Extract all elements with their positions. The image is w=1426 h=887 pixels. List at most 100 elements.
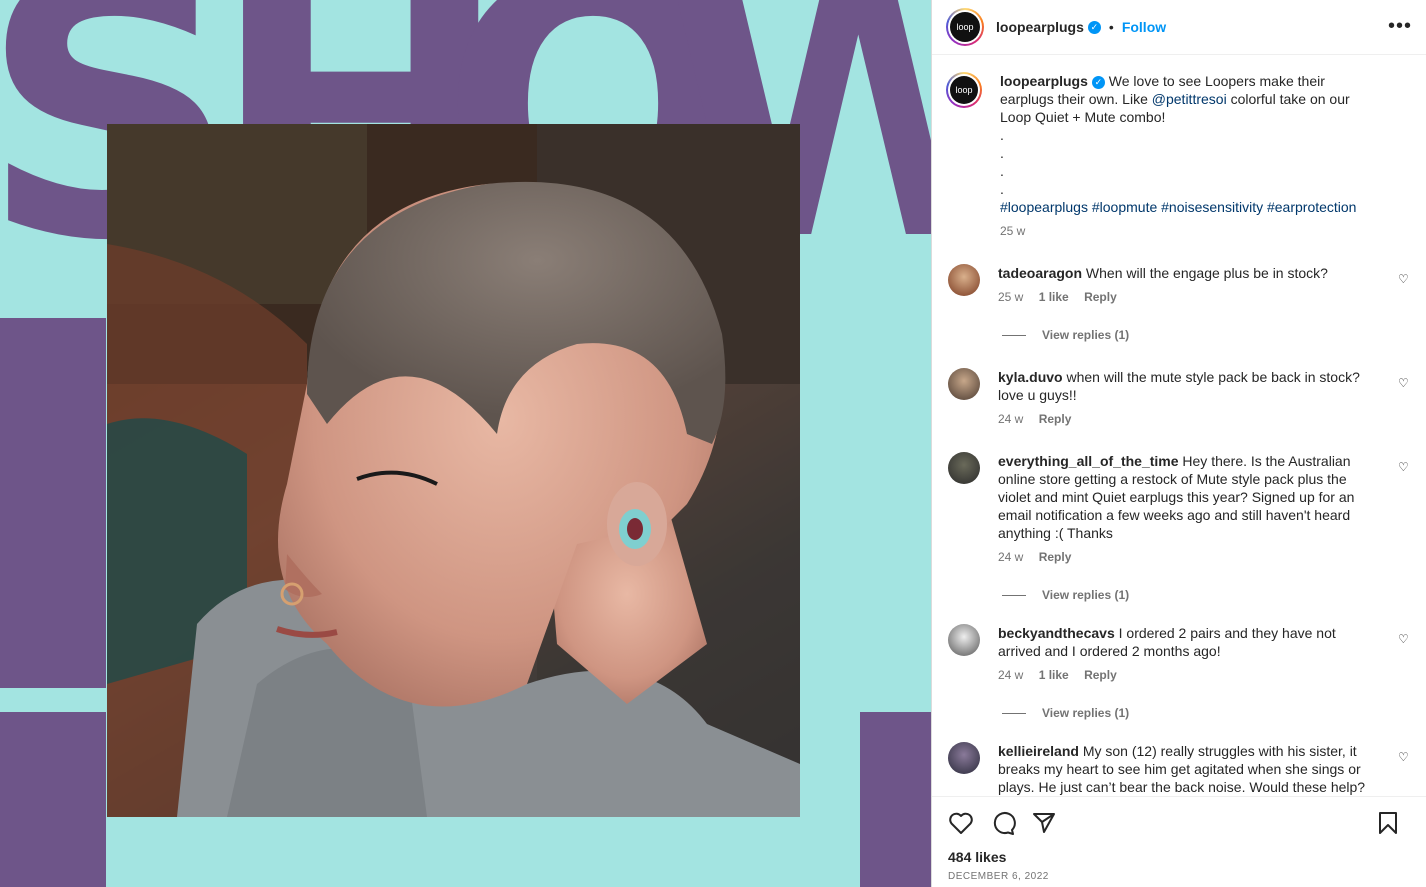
comment-item: tadeoaragon When will the engage plus be… [948,264,1410,306]
view-replies-button[interactable]: View replies (1) [1002,588,1410,602]
comment-avatar[interactable] [948,742,980,774]
view-replies-label: View replies (1) [1042,328,1130,342]
post-side-panel: loop loopearplugs ✓ • Follow ••• loop lo… [931,0,1426,887]
header-separator: • [1108,19,1114,35]
comment-bubble-icon[interactable] [990,811,1016,835]
comment-item: kyla.duvo when will the mute style pack … [948,368,1410,428]
comment-username[interactable]: tadeoaragon [998,265,1082,281]
comment-avatar[interactable] [948,452,980,484]
comment-avatar-wrap [948,452,980,566]
post-date[interactable]: DECEMBER 6, 2022 [948,871,1410,882]
likes-count[interactable]: 484 likes [948,849,1410,865]
caption-username[interactable]: loopearplugs [1000,73,1088,89]
portrait-illustration [107,124,800,817]
comment-avatar[interactable] [948,368,980,400]
bg-shape-left [0,318,106,688]
hashtag-link[interactable]: #loopearplugs [1000,199,1088,215]
caption-mention[interactable]: @petittresoi [1152,91,1227,107]
view-replies-button[interactable]: View replies (1) [1002,328,1410,342]
reply-button[interactable]: Reply [1084,668,1117,682]
action-icons-row [948,797,1410,849]
comment-username[interactable]: kellieireland [998,743,1079,759]
hashtag-link[interactable]: #noisesensitivity [1161,199,1263,215]
header-user-row: loopearplugs ✓ • Follow [996,19,1166,35]
caption-dot: . [1000,127,1004,143]
caption-body: loopearplugs ✓ We love to see Loopers mak… [1000,72,1410,240]
comment-time[interactable]: 24 w [998,550,1023,564]
view-replies-button[interactable]: View replies (1) [1002,706,1410,720]
like-comment-heart-icon[interactable]: ♡ [1398,376,1410,390]
post-photo [107,124,800,817]
comment-time[interactable]: 24 w [998,668,1023,682]
hashtag-link[interactable]: #loopmute [1092,199,1157,215]
comment-meta: 24 w Reply [998,548,1382,566]
reply-button[interactable]: Reply [1084,290,1117,304]
save-bookmark-icon[interactable] [1378,811,1398,835]
comment-avatar-wrap [948,742,980,796]
comment-username[interactable]: beckyandthecavs [998,625,1115,641]
comment-body: beckyandthecavs I ordered 2 pairs and th… [998,624,1410,684]
comment-time[interactable]: 24 w [998,412,1023,426]
comment-body: kyla.duvo when will the mute style pack … [998,368,1410,428]
caption-avatar[interactable]: loop [946,72,982,108]
caption-time[interactable]: 25 w [1000,224,1025,238]
comment-avatar[interactable] [948,264,980,296]
post-media[interactable]: S H O W [0,0,931,887]
like-heart-icon[interactable] [948,811,974,835]
like-comment-heart-icon[interactable]: ♡ [1398,272,1410,286]
share-paper-plane-icon[interactable] [1032,811,1056,835]
bg-shape-right-bottom [860,712,931,887]
comment-avatar-wrap [948,264,980,306]
comment-item: beckyandthecavs I ordered 2 pairs and th… [948,624,1410,684]
like-comment-heart-icon[interactable]: ♡ [1398,750,1410,764]
caption-loop-logo: loop [950,76,978,104]
comment-likes[interactable]: 1 like [1039,668,1069,682]
more-options-icon[interactable]: ••• [1388,16,1412,36]
comment-body: kellieireland My son (12) really struggl… [998,742,1410,796]
comment-avatar-wrap [948,624,980,684]
reply-button[interactable]: Reply [1039,550,1072,564]
hashtag-link[interactable]: #earprotection [1267,199,1357,215]
caption-dot: . [1000,145,1004,161]
verified-badge-icon: ✓ [1087,20,1101,34]
comment-time[interactable]: 25 w [998,290,1023,304]
avatar[interactable]: loop [946,8,984,46]
caption-hashtags: #loopearplugs #loopmute #noisesensitivit… [1000,198,1382,216]
caption-meta: 25 w [1000,222,1382,240]
comment-likes[interactable]: 1 like [1039,290,1069,304]
like-comment-heart-icon[interactable]: ♡ [1398,632,1410,646]
header-username[interactable]: loopearplugs [996,19,1084,35]
caption: loop loopearplugs ✓ We love to see Looper… [946,72,1410,240]
comments-list[interactable]: loop loopearplugs ✓ We love to see Looper… [932,56,1426,796]
view-replies-label: View replies (1) [1042,588,1130,602]
comment-item: everything_all_of_the_time Hey there. Is… [948,452,1410,566]
comment-meta: 25 w 1 like Reply [998,288,1382,306]
view-replies-label: View replies (1) [1042,706,1130,720]
comment-meta: 24 w 1 like Reply [998,666,1382,684]
reply-button[interactable]: Reply [1039,412,1072,426]
comment-avatar[interactable] [948,624,980,656]
post-header: loop loopearplugs ✓ • Follow ••• [932,0,1426,55]
verified-badge-icon: ✓ [1091,75,1105,89]
comment-username[interactable]: kyla.duvo [998,369,1063,385]
replies-line [1002,334,1026,336]
bg-shape-left-bottom [0,712,106,887]
like-comment-heart-icon[interactable]: ♡ [1398,460,1410,474]
comment-body: tadeoaragon When will the engage plus be… [998,264,1410,306]
caption-avatar-inner: loop [948,74,980,106]
avatar-inner: loop [948,10,982,44]
comment-body: everything_all_of_the_time Hey there. Is… [998,452,1410,566]
replies-line [1002,594,1026,596]
caption-dot: . [1000,163,1004,179]
follow-button[interactable]: Follow [1122,19,1166,35]
post-actions: 484 likes DECEMBER 6, 2022 [932,796,1426,887]
comment-username[interactable]: everything_all_of_the_time [998,453,1179,469]
comment-text: When will the engage plus be in stock? [1085,265,1328,281]
comment-item: kellieireland My son (12) really struggl… [948,742,1410,796]
replies-line [1002,712,1026,714]
caption-dot: . [1000,181,1004,197]
caption-avatar-wrap: loop [946,72,982,240]
loop-logo: loop [950,12,980,42]
comment-meta: 24 w Reply [998,410,1382,428]
comment-avatar-wrap [948,368,980,428]
